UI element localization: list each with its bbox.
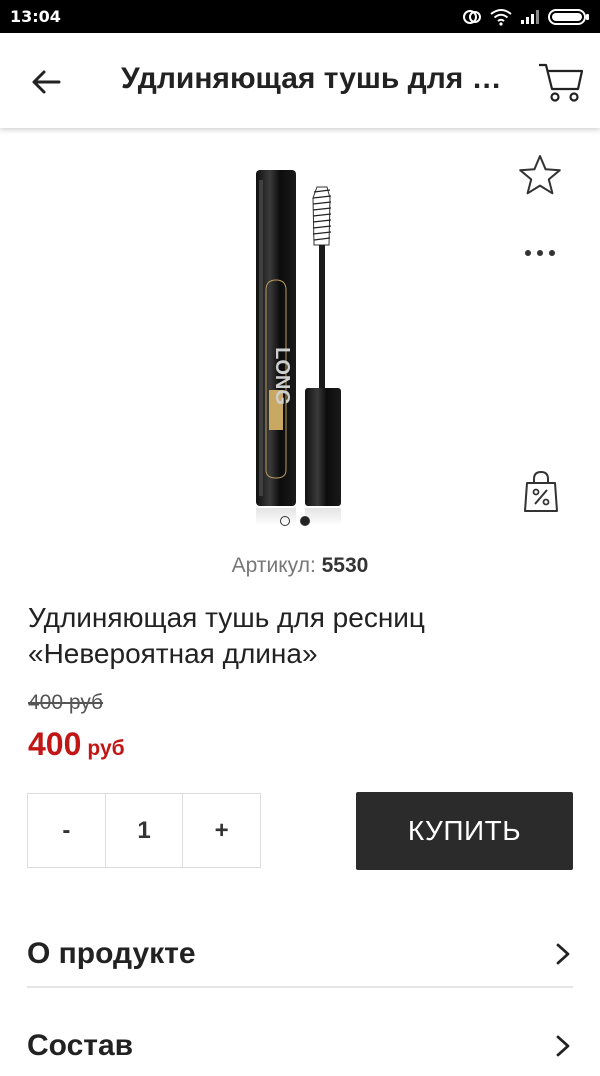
cart-icon bbox=[539, 63, 584, 102]
wifi-icon bbox=[490, 8, 512, 26]
more-icon bbox=[525, 250, 555, 256]
section-label: О продукте bbox=[27, 937, 196, 970]
section-label: Состав bbox=[27, 1029, 134, 1062]
status-icons bbox=[462, 8, 590, 26]
current-price: 400 руб bbox=[28, 726, 125, 763]
product-image-carousel[interactable]: LONG bbox=[0, 140, 600, 540]
price-currency: руб bbox=[87, 737, 125, 760]
product-name: Удлиняющая тушь для ресниц «Невероятная … bbox=[28, 602, 425, 669]
old-price: 400 руб bbox=[28, 691, 104, 714]
section-composition[interactable]: Состав bbox=[27, 1016, 573, 1076]
quantity-value[interactable]: 1 bbox=[104, 794, 183, 867]
status-time: 13:04 bbox=[10, 7, 61, 26]
quantity-stepper: - 1 + bbox=[27, 793, 261, 868]
chevron-right-icon bbox=[556, 1035, 570, 1057]
status-bar: 13:04 bbox=[0, 0, 600, 33]
decrease-button[interactable]: - bbox=[28, 794, 105, 867]
product-image-text: LONG bbox=[271, 347, 293, 405]
favorite-button[interactable] bbox=[516, 152, 564, 198]
section-divider bbox=[27, 986, 573, 988]
sku-line: Артикул: 5530 bbox=[0, 554, 600, 578]
battery-icon bbox=[548, 8, 589, 25]
product-image: LONG bbox=[256, 170, 341, 526]
sync-icon bbox=[463, 9, 481, 24]
app-bar: Удлиняющая тушь для ресниц «Невероятная … bbox=[0, 33, 600, 128]
cart-button[interactable] bbox=[536, 59, 586, 105]
signal-icon bbox=[521, 9, 539, 24]
price-value: 400 bbox=[28, 726, 82, 762]
carousel-dot[interactable] bbox=[280, 516, 290, 526]
star-icon bbox=[519, 155, 561, 195]
carousel-dot-active[interactable] bbox=[300, 516, 310, 526]
sku-value: 5530 bbox=[321, 554, 369, 577]
more-options-button[interactable] bbox=[518, 236, 562, 270]
discount-bag-icon bbox=[524, 470, 558, 512]
page-title: Удлиняющая тушь для ресниц «Невероятная … bbox=[121, 62, 511, 95]
section-about-product[interactable]: О продукте bbox=[27, 924, 573, 984]
back-button[interactable] bbox=[25, 61, 67, 103]
buy-button[interactable]: КУПИТЬ bbox=[356, 792, 573, 870]
carousel-indicator bbox=[280, 516, 310, 526]
chevron-right-icon bbox=[556, 943, 570, 965]
back-arrow-icon bbox=[32, 70, 61, 94]
discount-button[interactable] bbox=[518, 468, 564, 514]
sku-label: Артикул: bbox=[231, 554, 322, 577]
increase-button[interactable]: + bbox=[182, 794, 260, 867]
